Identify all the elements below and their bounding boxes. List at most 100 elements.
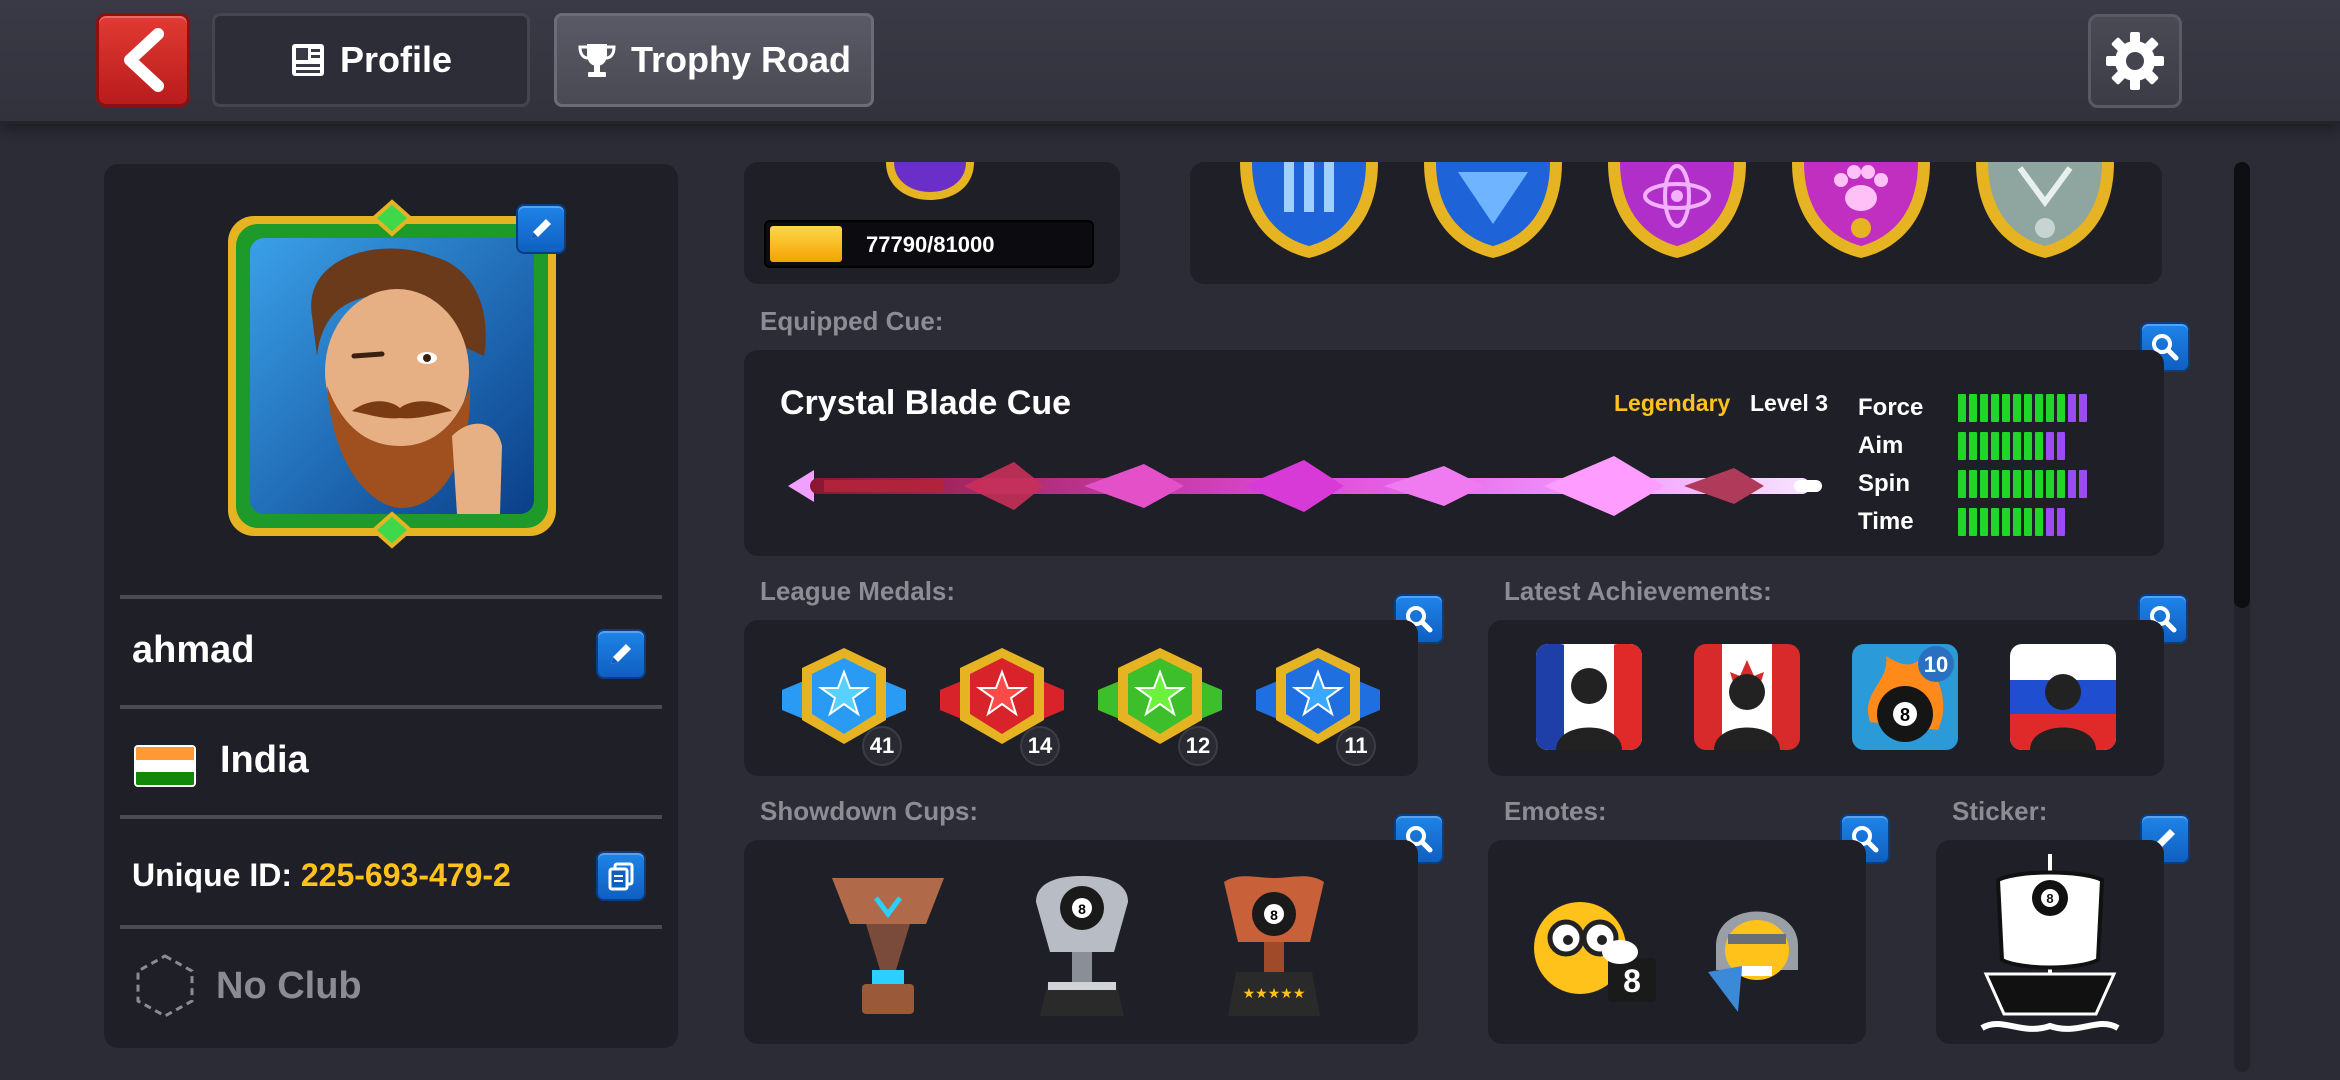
stat-segment-green <box>2024 508 2032 536</box>
xp-progress-fill <box>770 226 842 262</box>
stat-segment-green <box>1969 470 1977 498</box>
stat-segment-green <box>2035 508 2043 536</box>
cue-rarity: Legendary <box>1614 390 1731 416</box>
stat-segment-green <box>1991 394 1999 422</box>
stat-segment-green <box>2002 470 2010 498</box>
gear-icon <box>2106 32 2164 90</box>
stat-segment-green <box>2024 394 2032 422</box>
stat-segment-green <box>2013 508 2021 536</box>
trophy-icon <box>578 44 616 77</box>
club-name: No Club <box>216 965 362 1007</box>
stat-spin-bar <box>1958 470 2087 498</box>
stat-segment-green <box>1980 470 1988 498</box>
cue-name: Crystal Blade Cue <box>780 384 1071 422</box>
copy-id-button[interactable] <box>596 851 646 901</box>
stat-segment-green <box>1980 432 1988 460</box>
unique-id-value: 225-693-479-2 <box>300 857 511 893</box>
stat-segment-purple <box>2057 508 2065 536</box>
stat-segment-green <box>1980 508 1988 536</box>
stat-segment-green <box>1991 432 1999 460</box>
username: ahmad <box>132 629 255 671</box>
svg-text:8: 8 <box>1900 705 1910 725</box>
stat-segment-green <box>1991 508 1999 536</box>
country-row: India <box>120 705 662 815</box>
showdown-cups-title: Showdown Cups: <box>760 796 979 826</box>
stat-segment-green <box>1958 508 1966 536</box>
stat-time-bar <box>1958 508 2065 536</box>
club-row[interactable]: No Club <box>120 925 662 1035</box>
scrollbar-thumb[interactable] <box>2234 162 2250 608</box>
fire-8-ball-achievement-icon: 8 10 <box>1852 644 1958 750</box>
svg-text:8: 8 <box>2046 891 2053 906</box>
stat-segment-green <box>1969 394 1977 422</box>
tab-profile[interactable]: Profile <box>212 13 530 107</box>
cue-level: Level 3 <box>1750 390 1828 416</box>
medal-count-badge: 41 <box>862 726 902 766</box>
silver-cup-icon: 8 <box>1036 876 1128 1016</box>
tab-profile-label: Profile <box>339 39 453 80</box>
badge-silver-icon <box>1976 162 2114 258</box>
settings-button[interactable] <box>2088 14 2182 108</box>
badges-card <box>1190 162 2162 284</box>
stat-segment-green <box>1991 470 1999 498</box>
stat-segment-purple <box>2046 432 2054 460</box>
stat-segment-green <box>2035 394 2043 422</box>
medal-count-badge: 11 <box>1336 726 1376 766</box>
medal-count-badge: 14 <box>1020 726 1060 766</box>
stat-segment-green <box>2024 432 2032 460</box>
edit-username-button[interactable] <box>596 629 646 679</box>
top-bar: Profile Trophy Road <box>0 0 2340 124</box>
badge-purple-atom-icon <box>1608 162 1746 258</box>
level-badge-icon <box>886 162 974 200</box>
bronze-cup-icon <box>832 878 944 1014</box>
achievements-title: Latest Achievements: <box>1504 576 1772 606</box>
stat-segment-purple <box>2079 470 2087 498</box>
stat-segment-green <box>2035 432 2043 460</box>
edit-avatar-button[interactable] <box>516 204 566 254</box>
copper-cup-icon: 8 ★★★★★ <box>1224 876 1324 1016</box>
username-row: ahmad <box>120 595 662 705</box>
canada-flag-achievement-icon <box>1694 644 1800 750</box>
stat-segment-green <box>2057 394 2065 422</box>
stat-segment-green <box>2046 470 2054 498</box>
stat-segment-green <box>2013 432 2021 460</box>
stat-segment-green <box>1958 470 1966 498</box>
tab-trophy-road[interactable]: Trophy Road <box>554 13 874 107</box>
club-hexagon-icon <box>136 954 194 1018</box>
stat-aim-label: Aim <box>1858 432 1904 459</box>
stat-segment-purple <box>2068 470 2076 498</box>
stat-time-label: Time <box>1858 508 1914 535</box>
svg-text:8: 8 <box>1078 901 1086 917</box>
back-button[interactable] <box>96 13 190 107</box>
profile-card-icon <box>291 44 324 76</box>
stat-segment-green <box>2002 432 2010 460</box>
avatar[interactable] <box>222 196 562 550</box>
stat-segment-green <box>2013 470 2021 498</box>
country-name: India <box>220 739 309 781</box>
chevron-left-icon <box>124 28 164 92</box>
stat-segment-purple <box>2057 432 2065 460</box>
stat-force-label: Force <box>1858 394 1924 421</box>
stat-segment-green <box>2024 470 2032 498</box>
russia-flag-achievement-icon <box>2010 644 2116 750</box>
unique-id-row: Unique ID: 225-693-479-2 <box>120 815 662 925</box>
stat-segment-green <box>2002 394 2010 422</box>
xp-progress-bar: 77790/81000 <box>764 220 1094 268</box>
pencil-icon <box>611 644 631 664</box>
badge-blue-rack-icon <box>1424 162 1562 258</box>
stat-segment-green <box>2035 470 2043 498</box>
stat-segment-purple <box>2079 394 2087 422</box>
stat-spin-label: Spin <box>1858 470 1910 497</box>
stat-segment-green <box>2046 394 2054 422</box>
tab-trophy-road-label: Trophy Road <box>630 39 851 80</box>
sticker-title: Sticker: <box>1952 796 2048 826</box>
stat-segment-green <box>2002 508 2010 536</box>
equipped-cue-title: Equipped Cue: <box>760 306 944 336</box>
india-flag-icon <box>134 745 196 787</box>
svg-text:★★★★★: ★★★★★ <box>1243 986 1306 1002</box>
nerd-emote-icon: 8 <box>1534 902 1656 1002</box>
svg-text:8: 8 <box>1270 907 1278 923</box>
stat-segment-green <box>1980 394 1988 422</box>
unique-id-label: Unique ID: 225-693-479-2 <box>132 857 511 893</box>
badge-purple-paw-icon <box>1792 162 1930 258</box>
